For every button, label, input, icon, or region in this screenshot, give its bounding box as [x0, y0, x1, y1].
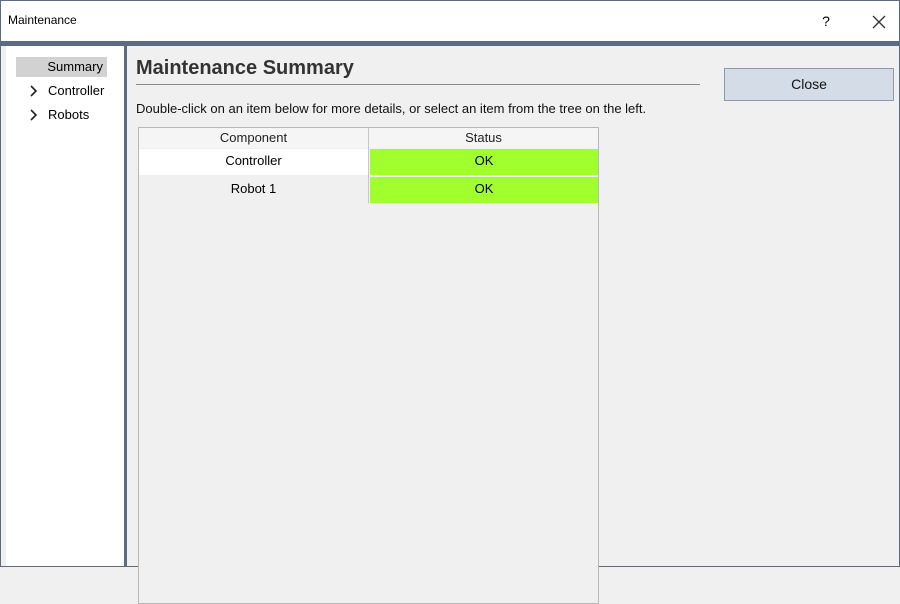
instructions-text: Double-click on an item below for more d…	[136, 101, 647, 116]
help-button[interactable]: ?	[805, 5, 847, 37]
main-panel: Maintenance Summary Double-click on an i…	[127, 46, 899, 604]
page-title: Maintenance Summary	[136, 57, 354, 79]
maintenance-window: Maintenance ? Summary Controller Robots …	[0, 0, 900, 604]
status-cell[interactable]: OK	[370, 149, 598, 175]
close-icon	[872, 15, 886, 29]
column-header-status[interactable]: Status	[369, 128, 598, 148]
table-row[interactable]: Robot 1 OK	[139, 177, 598, 203]
component-status-table: Component Status Controller OK Robot 1 O…	[138, 127, 599, 604]
window-close-button[interactable]	[859, 5, 899, 37]
tree-item-label: Controller	[48, 83, 105, 98]
tree-item-controller[interactable]: Controller	[16, 81, 116, 101]
component-cell[interactable]: Robot 1	[139, 177, 368, 203]
title-bar: Maintenance ?	[1, 1, 899, 41]
tree-item-summary[interactable]: Summary	[16, 57, 107, 77]
column-header-component[interactable]: Component	[139, 128, 368, 148]
tree-item-label: Robots	[48, 107, 90, 122]
window-title: Maintenance	[8, 13, 77, 27]
component-cell[interactable]: Controller	[139, 149, 368, 175]
status-cell[interactable]: OK	[370, 177, 598, 203]
tree-item-robots[interactable]: Robots	[16, 105, 116, 125]
heading-divider	[136, 84, 700, 85]
navigation-tree: Summary Controller Robots	[6, 46, 127, 566]
table-row[interactable]: Controller OK	[139, 149, 598, 175]
tree-item-label: Summary	[47, 59, 103, 74]
chevron-right-icon[interactable]	[28, 109, 40, 121]
chevron-right-icon[interactable]	[28, 85, 40, 97]
close-button[interactable]: Close	[724, 68, 894, 101]
